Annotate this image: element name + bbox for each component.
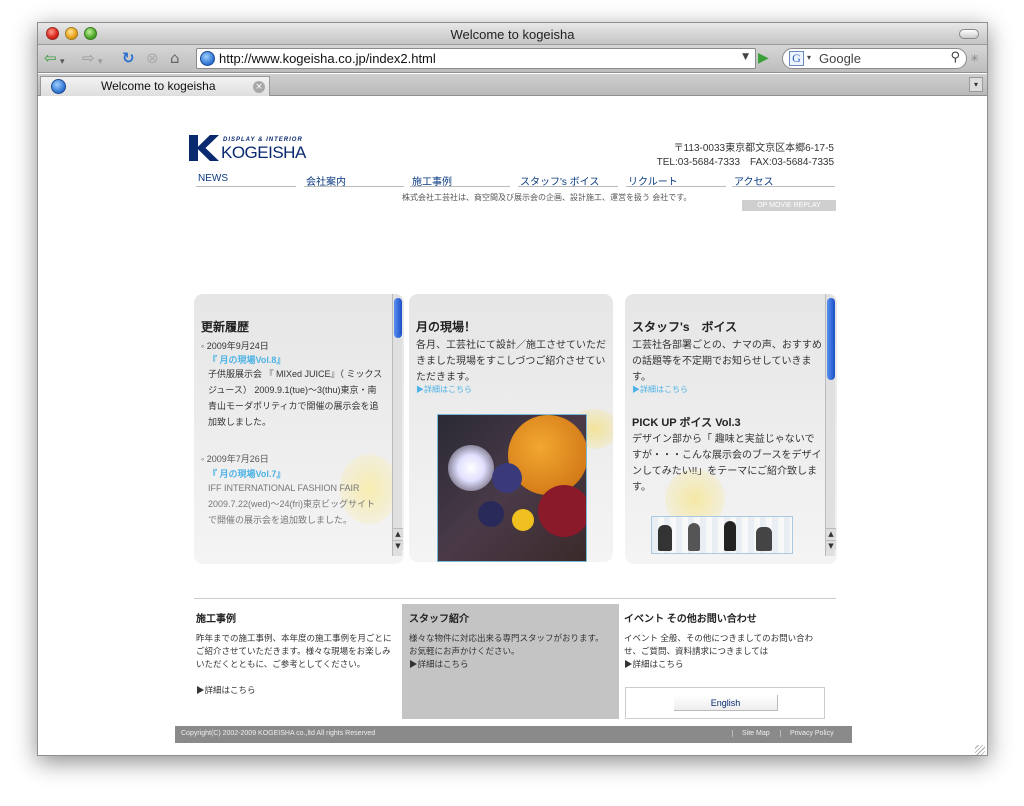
forward-icon[interactable]: ⇨ (82, 50, 95, 67)
search-box[interactable]: G ▾ Google ⚲ (782, 48, 967, 69)
tab-welcome[interactable]: Welcome to kogeisha × (40, 76, 270, 96)
page-content: DISPLAY & INTERIOR KOGEISHA 〒113-0033東京都… (38, 97, 987, 755)
search-icon[interactable]: ⚲ (950, 50, 960, 65)
works-section: 施工事例 昨年までの施工事例、本年度の施工事例を月ごとにご紹介させていただきます… (196, 604, 406, 719)
home-icon[interactable]: ⌂ (170, 50, 180, 67)
navigation-toolbar: ⇦ ▾ ⇨ ▾ ↻ ⊗ ⌂ http://www.kogeisha.co.jp/… (38, 45, 987, 73)
resize-grip-icon[interactable] (975, 745, 985, 755)
tab-bar: Welcome to kogeisha × ▾ (38, 74, 987, 96)
footer-bar: Copyright(C) 2002-2009 KOGEISHA co.,ltd … (175, 726, 852, 743)
copyright-text: Copyright(C) 2002-2009 KOGEISHA co.,ltd … (181, 730, 376, 737)
nav-underline (626, 186, 726, 187)
company-tagline: 株式会社工芸社は、商空間及び展示会の企画、設計施工、運営を扱う 会社です。 (402, 193, 692, 202)
news-scroll-thumb[interactable] (394, 298, 402, 338)
staff-voice-scrollbar[interactable]: ▲ ▼ (825, 294, 836, 556)
url-history-icon[interactable]: ▼ (742, 52, 749, 62)
person-figure (756, 527, 772, 551)
news-date-2-text: 2009年7月26日 (206, 454, 269, 464)
blue-balloon (478, 501, 504, 527)
sitemap-link[interactable]: Site Map (732, 730, 770, 737)
address-text: 〒113-0033東京都文京区本郷6-17-5 (673, 143, 834, 154)
logo-mark[interactable] (189, 135, 219, 161)
pickup-text: デザイン部から「 趣味と実益じゃないですが・・・こんな展示会のブースをデザインし… (632, 434, 822, 493)
pickup-image[interactable] (651, 516, 793, 554)
english-button[interactable]: English (674, 695, 778, 711)
nav-underline (410, 186, 510, 187)
news-date-2: ◦ 2009年7月26日 (201, 454, 269, 464)
navy-balloon (492, 463, 522, 493)
loading-spinner-icon: ✳ (970, 52, 980, 65)
nav-underline (304, 186, 404, 187)
nav-underline (732, 186, 835, 187)
toolbar-toggle-button[interactable] (959, 29, 979, 39)
privacy-link[interactable]: Privacy Policy (780, 730, 834, 737)
news-heading: 更新履歴 (201, 320, 250, 334)
news-date-1-text: 2009年9月24日 (206, 341, 269, 351)
section-divider (194, 598, 836, 599)
works-heading: 施工事例 (196, 614, 236, 625)
url-bar[interactable]: http://www.kogeisha.co.jp/index2.html ▼ (196, 48, 756, 69)
nav-underline (518, 186, 618, 187)
exhibition-photo[interactable] (437, 414, 587, 562)
english-box: English (625, 687, 825, 719)
staff-voice-text: 工芸社各部署ごとの、ナマの声、おすすめの話題等を不定期でお知らせしていきます。 (632, 340, 822, 383)
op-movie-replay-button[interactable]: OP MOVIE REPLAY (742, 200, 836, 211)
staff-intro-section: スタッフ紹介 様々な物件に対応出来る専門スタッフがおります。お気軽にお声かけくだ… (402, 604, 619, 719)
browser-window: Welcome to kogeisha ⇦ ▾ ⇨ ▾ ↻ ⊗ ⌂ http:/… (37, 22, 988, 756)
tab-list-icon[interactable]: ▾ (969, 77, 983, 92)
news-panel: 更新履歴 ◦ 2009年9月24日 『 月の現場Vol.8』 子供服展示会 『 … (194, 294, 404, 564)
scroll-down-icon[interactable]: ▼ (826, 540, 836, 550)
news-scrollbar[interactable]: ▲ ▼ (392, 294, 403, 556)
window-title: Welcome to kogeisha (450, 27, 575, 42)
stop-icon[interactable]: ⊗ (146, 50, 159, 67)
person-figure (688, 523, 700, 551)
tab-label: Welcome to kogeisha (101, 79, 216, 93)
site-of-month-text: 各月、工芸社にて設計／施工させていただきました現場をすこしづつご紹介させていただ… (416, 340, 606, 383)
pickup-heading: PICK UP ボイス Vol.3 (632, 417, 741, 429)
staff-voice-panel: スタッフ's ボイス 工芸社各部署ごとの、ナマの声、おすすめの話題等を不定期でお… (625, 294, 837, 564)
staff-voice-link[interactable]: ▶詳細はこちら (632, 382, 688, 398)
yellow-balloon (512, 509, 534, 531)
nav-news[interactable]: NEWS (198, 173, 228, 184)
back-icon[interactable]: ⇦ (44, 50, 57, 67)
logo-text[interactable]: KOGEISHA (221, 143, 306, 163)
staff-scroll-thumb[interactable] (827, 298, 835, 380)
scroll-down-icon[interactable]: ▼ (393, 540, 403, 550)
news-text-1: 子供服展示会 『 MIXed JUICE』（ ミックスジュース） 2009.9.… (208, 369, 383, 427)
site-of-month-link[interactable]: ▶詳細はこちら (416, 382, 472, 398)
scroll-up-icon[interactable]: ▲ (393, 528, 403, 538)
person-figure (658, 525, 672, 551)
works-text: 昨年までの施工事例、本年度の施工事例を月ごとにご紹介させていただきます。様々な現… (196, 633, 392, 669)
events-section: イベント その他お問い合わせ イベント 全般、その他につきましてのお問い合わせ、… (624, 604, 836, 719)
events-heading: イベント その他お問い合わせ (624, 614, 757, 625)
search-input[interactable]: Google (819, 51, 861, 66)
site-globe-icon (200, 51, 215, 66)
events-text: イベント 全般、その他につきましてのお問い合わせ、ご質問、資料請求につきましては (624, 633, 814, 656)
close-tab-icon[interactable]: × (253, 81, 265, 93)
staff-intro-text: 様々な物件に対応出来る専門スタッフがおります。お気軽にお声かけください。 (409, 633, 604, 656)
person-figure (724, 521, 736, 551)
url-text[interactable]: http://www.kogeisha.co.jp/index2.html (219, 51, 436, 66)
back-history-icon[interactable]: ▾ (60, 54, 65, 71)
events-link[interactable]: ▶詳細はこちら (624, 658, 824, 671)
site-of-month-heading: 月の現場！ (416, 320, 477, 334)
google-icon[interactable]: G (789, 51, 804, 66)
staff-intro-heading: スタッフ紹介 (409, 614, 469, 625)
forward-history-icon[interactable]: ▾ (98, 54, 103, 71)
tab-globe-icon (51, 79, 66, 94)
site-of-month-panel: 月の現場！ 各月、工芸社にて設計／施工させていただきました現場をすこしづつご紹介… (409, 294, 613, 562)
red-balloon (538, 485, 586, 537)
reload-icon[interactable]: ↻ (122, 50, 135, 67)
nav-underline (196, 186, 296, 187)
light-glare (448, 445, 494, 491)
search-engine-menu-icon[interactable]: ▾ (807, 53, 811, 62)
phone-fax-text: TEL:03-5684-7333 FAX:03-5684-7335 (656, 157, 834, 168)
title-bar: Welcome to kogeisha (38, 23, 987, 45)
staff-intro-link[interactable]: ▶詳細はこちら (409, 658, 609, 671)
works-link[interactable]: ▶詳細はこちら (196, 684, 396, 697)
go-icon[interactable]: ▶ (758, 50, 769, 66)
scroll-up-icon[interactable]: ▲ (826, 528, 836, 538)
staff-voice-heading: スタッフ's ボイス (632, 320, 738, 334)
news-text-2: IFF INTERNATIONAL FASHION FAIR 2009.7.22… (208, 483, 376, 525)
